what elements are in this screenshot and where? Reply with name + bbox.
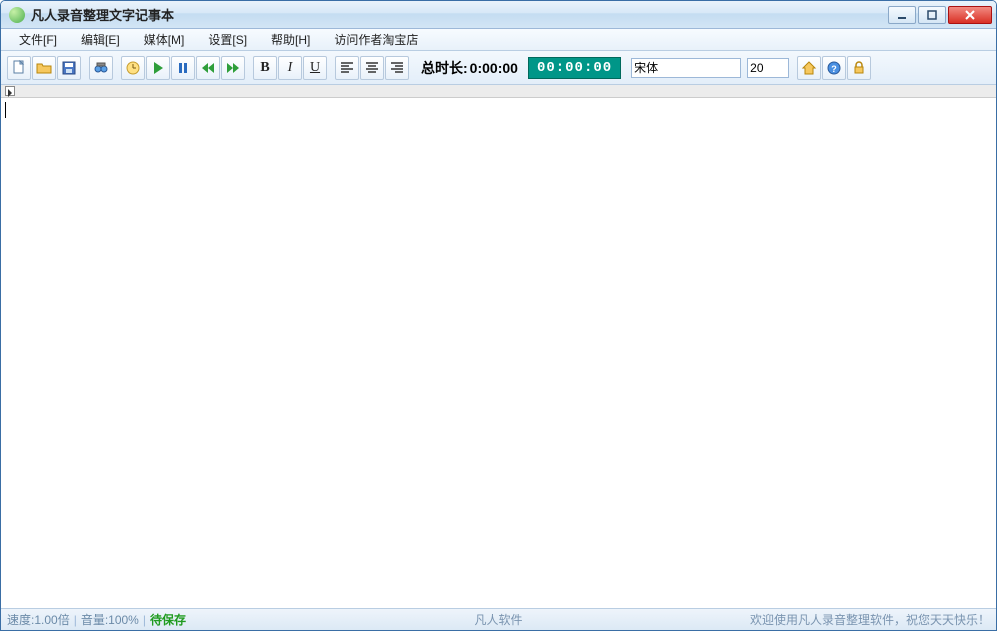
total-length-label: 总时长: [421,58,468,78]
new-file-icon [11,60,27,76]
timecode-display: 00:00:00 [528,57,621,79]
align-right-icon [389,60,405,76]
menu-edit[interactable]: 编辑[E] [69,29,132,50]
total-length-value: 0:00:00 [470,60,518,76]
menu-help[interactable]: 帮助[H] [259,29,322,50]
pause-button[interactable] [171,56,195,80]
timestamp-icon [125,60,141,76]
play-icon [150,60,166,76]
lock-button[interactable] [847,56,871,80]
window-title: 凡人录音整理文字记事本 [31,5,174,24]
svg-text:?: ? [831,64,837,74]
timestamp-button[interactable] [121,56,145,80]
italic-button[interactable]: I [278,56,302,80]
align-center-icon [364,60,380,76]
align-group [335,56,409,80]
status-brand: 凡人软件 [474,611,522,628]
close-icon [964,9,976,21]
minimize-button[interactable] [888,6,916,24]
minimize-icon [896,9,908,21]
status-greeting: 欢迎使用凡人录音整理软件，祝您天天快乐！ [750,611,990,628]
open-button[interactable] [32,56,56,80]
title-bar: 凡人录音整理文字记事本 [1,1,996,29]
home-icon [801,60,817,76]
help-icon: ? [826,60,842,76]
extras-group: ? [797,56,871,80]
menu-media[interactable]: 媒体[M] [132,29,197,50]
ruler [1,85,996,98]
text-editor-area[interactable] [1,98,996,608]
close-button[interactable] [948,6,992,24]
menu-file[interactable]: 文件[F] [7,29,69,50]
status-volume: 音量:100% [81,611,139,628]
forward-button[interactable] [221,56,245,80]
align-center-button[interactable] [360,56,384,80]
rewind-button[interactable] [196,56,220,80]
save-button[interactable] [57,56,81,80]
font-family-select[interactable] [631,58,741,78]
maximize-icon [926,9,938,21]
tab-stop-marker[interactable] [5,86,15,96]
status-bar: 速度:1.00倍 | 音量:100% | 待保存 凡人软件 欢迎使用凡人录音整理… [1,608,996,630]
find-group [89,56,113,80]
lock-icon [851,60,867,76]
menu-visit-shop[interactable]: 访问作者淘宝店 [322,29,430,50]
save-disk-icon [61,60,77,76]
menu-bar: 文件[F] 编辑[E] 媒体[M] 设置[S] 帮助[H] 访问作者淘宝店 [1,29,996,51]
forward-icon [225,60,241,76]
align-right-button[interactable] [385,56,409,80]
status-speed: 速度:1.00倍 [7,611,70,628]
home-button[interactable] [797,56,821,80]
help-button[interactable]: ? [822,56,846,80]
underline-button[interactable]: U [303,56,327,80]
binoculars-icon [93,60,109,76]
new-button[interactable] [7,56,31,80]
play-button[interactable] [146,56,170,80]
bold-button[interactable]: B [253,56,277,80]
align-left-icon [339,60,355,76]
pause-icon [175,60,191,76]
app-icon [9,7,25,23]
align-left-button[interactable] [335,56,359,80]
media-group [121,56,245,80]
toolbar: B I U 总时长: 0:00:00 00:00:00 ? [1,51,996,85]
menu-settings[interactable]: 设置[S] [196,29,259,50]
format-group: B I U [253,56,327,80]
status-pending-save: 待保存 [150,611,186,628]
rewind-icon [200,60,216,76]
app-window: 凡人录音整理文字记事本 文件[F] 编辑[E] 媒体[M] 设置[S] 帮助[H… [0,0,997,631]
find-button[interactable] [89,56,113,80]
text-caret [5,102,6,118]
file-group [7,56,81,80]
open-folder-icon [36,60,52,76]
maximize-button[interactable] [918,6,946,24]
font-size-select[interactable] [747,58,789,78]
